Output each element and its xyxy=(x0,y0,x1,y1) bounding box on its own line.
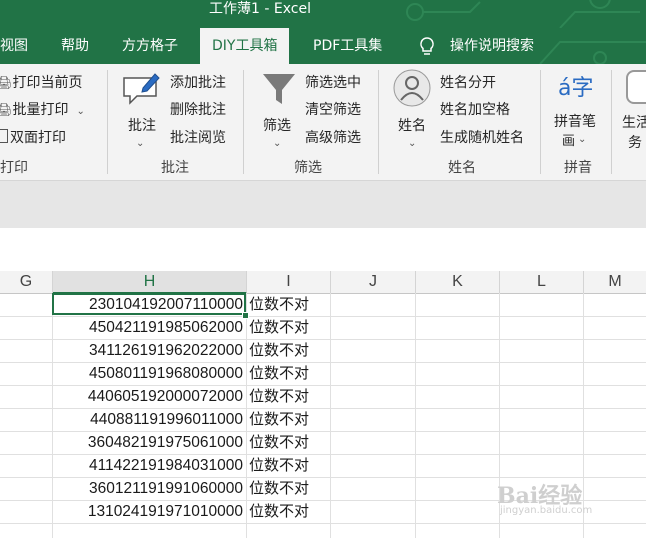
split-name-button[interactable]: 姓名分开 xyxy=(440,72,496,92)
group-label-comment: 批注 xyxy=(161,160,189,176)
printer-icon: 🖨 xyxy=(0,76,13,91)
cell-i-status[interactable]: 位数不对 xyxy=(249,362,309,385)
column-header-h[interactable]: H xyxy=(53,271,247,294)
column-header-k[interactable]: K xyxy=(416,271,500,294)
gridline xyxy=(583,293,584,538)
column-header-g[interactable]: G xyxy=(0,271,53,294)
duplex-print-button[interactable]: 双面打印 xyxy=(0,127,66,147)
cell-i-status[interactable]: 位数不对 xyxy=(249,431,309,454)
filter-button[interactable]: 筛选 ⌄ xyxy=(257,70,303,154)
add-comment-button[interactable]: 添加批注 xyxy=(170,72,226,92)
name-add-space-button[interactable]: 姓名加空格 xyxy=(440,99,510,119)
cell-i-status[interactable]: 位数不对 xyxy=(249,339,309,362)
delete-comment-button[interactable]: 删除批注 xyxy=(170,99,226,119)
tab-view[interactable]: 视图 xyxy=(0,28,28,64)
pinyin-stroke-button[interactable]: á字 拼音笔 画 ⌄ xyxy=(552,68,602,154)
group-label-print: 打印 xyxy=(0,160,28,176)
active-cell-selection xyxy=(52,293,246,315)
cell-h-id[interactable]: 450421191985062000 xyxy=(53,316,243,339)
printer-icon: 🖨 xyxy=(0,103,13,118)
cell-h-id[interactable]: 341126191962022000 xyxy=(53,339,243,362)
tab-help[interactable]: 帮助 xyxy=(61,28,89,64)
lightbulb-icon xyxy=(420,37,434,55)
gridline xyxy=(415,293,416,538)
app-icon xyxy=(626,70,646,104)
cell-h-id[interactable]: 360482191975061000 xyxy=(53,431,243,454)
column-header-j[interactable]: J xyxy=(331,271,416,294)
comment-button[interactable]: 批注 ⌄ xyxy=(118,70,164,154)
cell-i-status[interactable]: 位数不对 xyxy=(249,477,309,500)
cell-h-id[interactable]: 411422191984031000 xyxy=(53,454,243,477)
pinyin-icon: á字 xyxy=(558,76,594,101)
clear-filter-button[interactable]: 清空筛选 xyxy=(305,99,361,119)
watermark-url: jingyan.baidu.com xyxy=(500,505,593,516)
comment-preview-button[interactable]: 批注阅览 xyxy=(170,127,226,147)
cell-i-status[interactable]: 位数不对 xyxy=(249,454,309,477)
cell-h-id[interactable]: 131024191971010000 xyxy=(53,500,243,523)
chevron-down-icon: ⌄ xyxy=(136,138,145,149)
advanced-filter-button[interactable]: 高级筛选 xyxy=(305,127,361,147)
column-header-m[interactable]: M xyxy=(584,271,646,294)
group-label-name: 姓名 xyxy=(448,160,476,176)
cell-h-id[interactable]: 440605192000072000 xyxy=(53,385,243,408)
tab-fangfang[interactable]: 方方格子 xyxy=(122,28,178,64)
funnel-icon xyxy=(263,74,295,104)
cell-i-status[interactable]: 位数不对 xyxy=(249,385,309,408)
chevron-down-icon: ⌄ xyxy=(273,138,282,149)
gridline xyxy=(0,523,646,524)
gridline xyxy=(330,293,331,538)
group-label-filter: 筛选 xyxy=(294,160,322,176)
cell-h-id[interactable]: 450801191968080000 xyxy=(53,362,243,385)
batch-print-button[interactable]: 🖨批量打印⌄ xyxy=(0,99,85,119)
print-current-page-button[interactable]: 🖨打印当前页 xyxy=(0,72,83,92)
cell-i-status[interactable]: 位数不对 xyxy=(249,500,309,523)
sheet-top-gap xyxy=(0,258,646,271)
column-header-l[interactable]: L xyxy=(500,271,584,294)
comment-edit-icon xyxy=(123,73,160,105)
life-service-button[interactable]: 生活 务 xyxy=(620,68,646,154)
fill-handle[interactable] xyxy=(242,312,249,319)
title-bar: 工作薄1 - Excel xyxy=(0,0,646,28)
cell-h-id[interactable]: 440881191996011000 xyxy=(53,408,243,431)
group-divider xyxy=(107,70,108,174)
tell-me-label: 操作说明搜索 xyxy=(450,38,534,54)
ribbon-tabs: 视图 帮助 方方格子 DIY工具箱 PDF工具集 操作说明搜索 xyxy=(0,28,646,64)
group-divider xyxy=(378,70,379,174)
random-name-button[interactable]: 生成随机姓名 xyxy=(440,127,524,147)
ribbon-collapsed-area xyxy=(0,181,646,228)
group-label-pinyin: 拼音 xyxy=(564,160,592,176)
tab-diy-toolbox[interactable]: DIY工具箱 xyxy=(200,28,290,64)
tab-pdf-tools[interactable]: PDF工具集 xyxy=(313,28,382,64)
column-header-i[interactable]: I xyxy=(247,271,331,294)
chevron-down-icon: ⌄ xyxy=(408,138,417,149)
ribbon: 🖨打印当前页 🖨批量打印⌄ 双面打印 打印 批注 ⌄ 添加批注 删除批注 批注阅… xyxy=(0,64,646,181)
page-icon xyxy=(0,129,8,143)
name-button[interactable]: 姓名 ⌄ xyxy=(392,68,434,154)
tell-me-search[interactable]: 操作说明搜索 xyxy=(416,28,542,64)
cell-i-status[interactable]: 位数不对 xyxy=(249,408,309,431)
chevron-down-icon: ⌄ xyxy=(76,106,85,117)
filter-selected-button[interactable]: 筛选选中 xyxy=(305,72,361,92)
formula-bar[interactable] xyxy=(0,228,646,259)
cell-h-id[interactable]: 360121191991060000 xyxy=(53,477,243,500)
group-divider xyxy=(611,70,612,174)
person-icon xyxy=(393,69,431,107)
cell-i-status[interactable]: 位数不对 xyxy=(249,293,309,316)
cell-i-status[interactable]: 位数不对 xyxy=(249,316,309,339)
window-title: 工作薄1 - Excel xyxy=(209,1,311,17)
chevron-down-icon: ⌄ xyxy=(578,134,587,145)
group-divider xyxy=(243,70,244,174)
group-divider xyxy=(540,70,541,174)
gridline xyxy=(246,293,247,538)
